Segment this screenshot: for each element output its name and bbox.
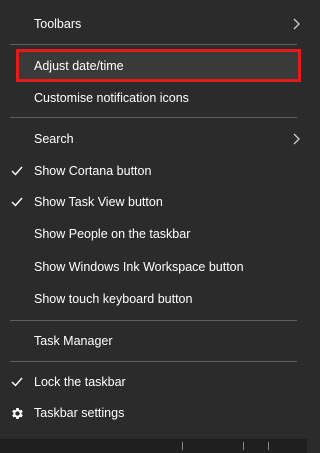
menu-item-show-touch-keyboard-label: Show touch keyboard button <box>34 292 193 306</box>
checkmark-icon <box>11 197 23 207</box>
chevron-right-icon <box>293 18 300 30</box>
menu-item-show-people-label: Show People on the taskbar <box>34 227 191 241</box>
menu-item-task-manager-label: Task Manager <box>34 334 113 348</box>
menu-item-toolbars-label: Toolbars <box>34 17 82 31</box>
taskbar-tick <box>182 442 183 450</box>
taskbar-tick <box>243 442 244 450</box>
menu-item-adjust-datetime-label: Adjust date/time <box>34 59 124 73</box>
menu-item-show-touch-keyboard[interactable]: Show touch keyboard button <box>0 283 307 315</box>
menu-item-show-cortana[interactable]: Show Cortana button <box>0 155 307 187</box>
menu-item-show-ink-workspace-label: Show Windows Ink Workspace button <box>34 260 244 274</box>
gear-icon <box>12 408 23 419</box>
menu-item-show-task-view[interactable]: Show Task View button <box>0 186 307 218</box>
checkmark-icon <box>11 377 23 387</box>
menu-item-show-people[interactable]: Show People on the taskbar <box>0 218 307 250</box>
menu-separator <box>10 117 297 118</box>
menu-item-show-task-view-label: Show Task View button <box>34 195 163 209</box>
menu-item-show-cortana-label: Show Cortana button <box>34 164 152 178</box>
menu-item-lock-taskbar[interactable]: Lock the taskbar <box>0 366 307 398</box>
menu-item-task-manager[interactable]: Task Manager <box>0 325 307 357</box>
taskbar-strip <box>0 439 307 453</box>
chevron-right-icon <box>293 133 300 145</box>
taskbar-tick <box>268 442 269 450</box>
menu-item-taskbar-settings[interactable]: Taskbar settings <box>0 397 307 429</box>
checkmark-icon <box>11 166 23 176</box>
menu-item-lock-taskbar-label: Lock the taskbar <box>34 375 126 389</box>
menu-item-search[interactable]: Search <box>0 123 307 155</box>
menu-separator <box>10 320 297 321</box>
menu-separator <box>10 361 297 362</box>
menu-item-search-label: Search <box>34 132 74 146</box>
menu-item-adjust-datetime[interactable]: Adjust date/time <box>0 50 307 82</box>
menu-item-toolbars[interactable]: Toolbars <box>0 8 307 40</box>
menu-item-show-ink-workspace[interactable]: Show Windows Ink Workspace button <box>0 251 307 283</box>
menu-item-taskbar-settings-label: Taskbar settings <box>34 406 125 420</box>
menu-item-customise-notification-icons[interactable]: Customise notification icons <box>0 82 307 114</box>
menu-item-customise-notification-icons-label: Customise notification icons <box>34 91 189 105</box>
taskbar-context-menu: Toolbars Adjust date/time Customise noti… <box>0 0 307 453</box>
menu-separator <box>10 44 297 45</box>
